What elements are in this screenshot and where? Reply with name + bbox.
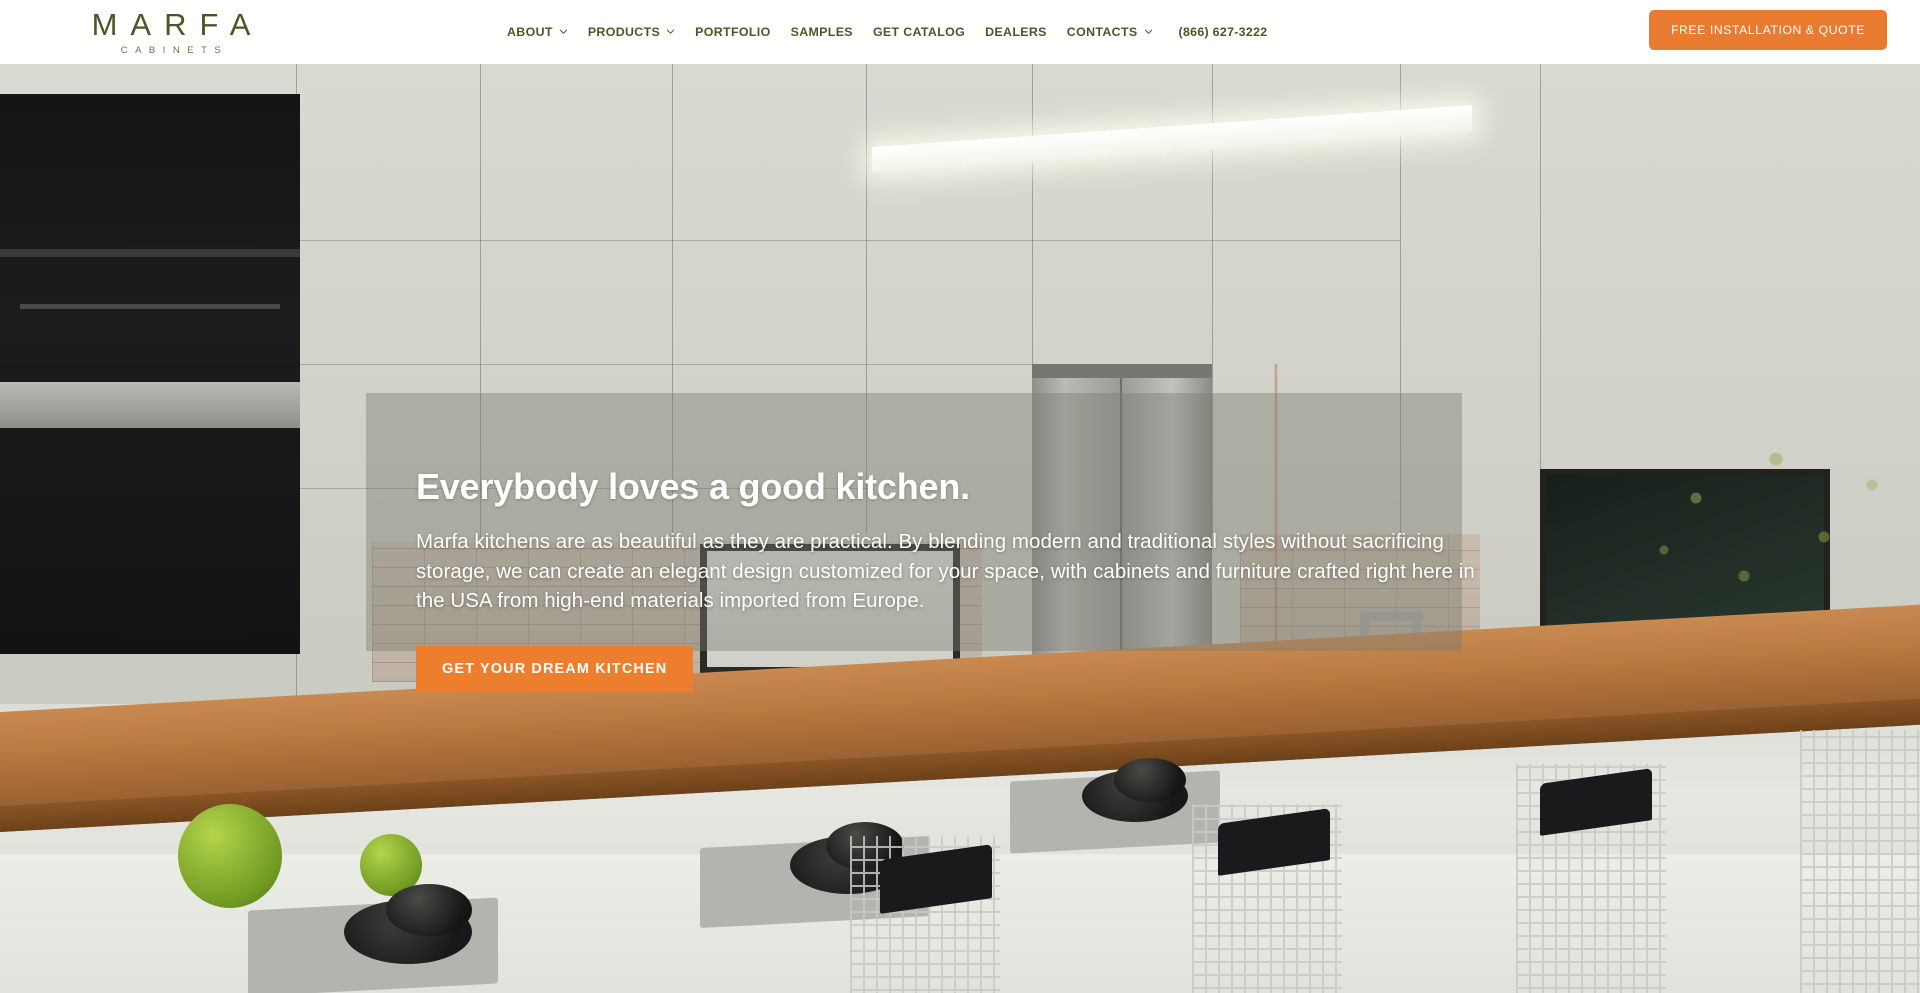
get-your-dream-kitchen-button[interactable]: GET YOUR DREAM KITCHEN xyxy=(416,646,694,693)
nav-item-portfolio[interactable]: PORTFOLIO xyxy=(685,25,780,39)
chevron-down-icon xyxy=(1144,27,1153,36)
nav-item-label: PRODUCTS xyxy=(587,25,661,39)
nav-item-about[interactable]: ABOUT xyxy=(497,25,578,39)
logo-wordmark: MARFA xyxy=(91,6,264,42)
nav-item-products[interactable]: PRODUCTS xyxy=(578,25,685,39)
logo-tagline: CABINETS xyxy=(120,44,229,56)
nav-item-label: DEALERS xyxy=(985,25,1047,39)
nav-item-label: GET CATALOG xyxy=(872,25,966,39)
header-phone-link[interactable]: (866) 627-3222 xyxy=(1169,25,1278,39)
site-header: MARFA CABINETS ABOUT PRODUCTS PORTFOLIO … xyxy=(0,0,1920,64)
site-logo[interactable]: MARFA CABINETS xyxy=(46,6,296,56)
primary-navigation: ABOUT PRODUCTS PORTFOLIO SAMPLES GET CAT… xyxy=(497,0,1277,64)
nav-item-label: SAMPLES xyxy=(790,25,853,39)
nav-item-contacts[interactable]: CONTACTS xyxy=(1057,25,1163,39)
nav-item-dealers[interactable]: DEALERS xyxy=(975,25,1057,39)
hero-content: Everybody loves a good kitchen. Marfa ki… xyxy=(416,466,1496,693)
nav-item-samples[interactable]: SAMPLES xyxy=(781,25,863,39)
chevron-down-icon xyxy=(666,27,675,36)
hero-title: Everybody loves a good kitchen. xyxy=(416,466,970,507)
nav-item-label: CONTACTS xyxy=(1066,25,1138,39)
nav-item-label: PORTFOLIO xyxy=(695,25,771,39)
free-installation-quote-button[interactable]: FREE INSTALLATION & QUOTE xyxy=(1648,10,1887,50)
nav-item-get-catalog[interactable]: GET CATALOG xyxy=(863,25,975,39)
chevron-down-icon xyxy=(559,27,568,36)
hero-description: Marfa kitchens are as beautiful as they … xyxy=(416,529,1475,613)
nav-item-label: ABOUT xyxy=(507,25,553,39)
hero-section: Everybody loves a good kitchen. Marfa ki… xyxy=(0,64,1920,993)
